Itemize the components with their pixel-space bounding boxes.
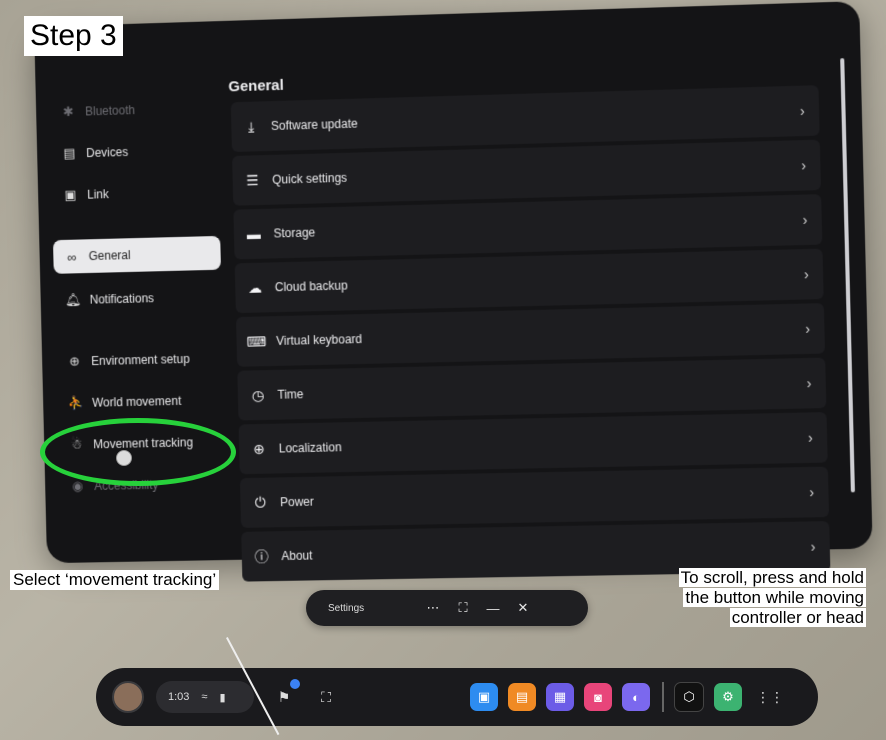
resize-icon[interactable]: ⛶ bbox=[448, 600, 478, 616]
row-label: About bbox=[281, 548, 313, 564]
sliders-icon: ☰ bbox=[246, 171, 259, 188]
page-title: General bbox=[228, 76, 284, 96]
power-icon: ⏻ bbox=[254, 494, 266, 511]
pointer-cursor bbox=[116, 450, 132, 466]
row-label: Virtual keyboard bbox=[276, 332, 363, 348]
environment-icon: ⊕ bbox=[68, 353, 81, 369]
caption-scroll-line: the button while moving bbox=[683, 588, 866, 607]
chevron-right-icon: › bbox=[810, 538, 816, 555]
store-icon[interactable]: ▤ bbox=[508, 683, 536, 711]
chevron-right-icon: › bbox=[802, 211, 808, 228]
info-icon: ⓘ bbox=[254, 548, 269, 565]
row-storage[interactable]: ▬ Storage › bbox=[233, 194, 823, 260]
window-bar[interactable]: Settings ⋯ ⛶ — ✕ bbox=[306, 590, 588, 626]
wifi-icon: ≈ bbox=[201, 691, 208, 703]
sidebar-item-link[interactable]: ▣ Link bbox=[51, 174, 219, 212]
dock-separator bbox=[662, 682, 664, 712]
sidebar-item-label: Environment setup bbox=[91, 351, 190, 369]
battery-icon: ▮ bbox=[219, 691, 226, 704]
app-blue-icon[interactable]: ▣ bbox=[470, 683, 498, 711]
highlight-circle bbox=[40, 418, 236, 486]
sidebar-item-notifications[interactable]: 🔔︎ Notifications bbox=[54, 280, 222, 318]
chevron-right-icon: › bbox=[806, 375, 812, 392]
row-label: Quick settings bbox=[272, 170, 348, 187]
download-icon: ⤓ bbox=[247, 118, 255, 135]
sidebar-item-general[interactable]: ∞ General bbox=[52, 235, 221, 274]
chat-icon[interactable]: ▦ bbox=[546, 683, 574, 711]
caption-scroll: To scroll, press and hold the button whi… bbox=[626, 568, 866, 628]
scrollbar[interactable] bbox=[840, 58, 855, 493]
notification-badge bbox=[290, 679, 300, 689]
scrollbar-thumb[interactable] bbox=[840, 58, 855, 493]
link-icon: ▣ bbox=[64, 187, 77, 203]
caption-select: Select ‘movement tracking’ bbox=[10, 570, 220, 590]
row-label: Localization bbox=[278, 440, 342, 456]
devices-icon: ▤ bbox=[63, 145, 76, 161]
sidebar-item-label: General bbox=[88, 248, 131, 264]
chevron-right-icon: › bbox=[809, 484, 815, 501]
app-grid-icon[interactable]: ⋮⋮ bbox=[756, 683, 784, 711]
cloud-icon: ☁ bbox=[247, 279, 263, 296]
sidebar-item-label: Devices bbox=[86, 145, 129, 161]
storage-icon: ▬ bbox=[246, 225, 261, 243]
sidebar-item-label: Bluetooth bbox=[85, 103, 136, 119]
sidebar-item-environment-setup[interactable]: ⊕ Environment setup bbox=[56, 341, 224, 379]
general-icon: ∞ bbox=[67, 249, 77, 265]
notifications-icon[interactable]: ⚑ bbox=[270, 679, 300, 711]
minimize-icon[interactable]: — bbox=[478, 601, 508, 616]
window-title: Settings bbox=[328, 602, 365, 614]
sidebar-item-label: Notifications bbox=[89, 291, 155, 307]
quick-settings-pill[interactable]: 1:03 ≈ ▮ bbox=[156, 681, 254, 713]
caption-scroll-line: To scroll, press and hold bbox=[678, 568, 866, 587]
chevron-right-icon: › bbox=[805, 320, 811, 337]
chevron-right-icon: › bbox=[799, 102, 806, 119]
chevron-right-icon: › bbox=[801, 157, 807, 174]
row-label: Storage bbox=[273, 225, 316, 241]
globe-icon: ⊕ bbox=[252, 440, 265, 457]
camera-icon[interactable]: ◙ bbox=[584, 683, 612, 711]
sidebar-item-devices[interactable]: ▤ Devices bbox=[50, 133, 218, 171]
chevron-right-icon: › bbox=[807, 429, 814, 446]
keyboard-icon: ⌨ bbox=[246, 332, 267, 350]
row-time[interactable]: ◷ Time › bbox=[237, 357, 827, 421]
bell-icon: 🔔︎ bbox=[64, 292, 82, 308]
sidebar-item-bluetooth[interactable]: ✱ Bluetooth bbox=[49, 91, 217, 130]
avatar[interactable] bbox=[112, 681, 144, 713]
row-label: Power bbox=[279, 494, 314, 510]
more-options-icon[interactable]: ⋯ bbox=[418, 600, 448, 616]
passthrough-icon[interactable]: ⛶ bbox=[312, 683, 340, 711]
row-localization[interactable]: ⊕ Localization › bbox=[238, 412, 828, 475]
meta-icon[interactable]: ⬡ bbox=[674, 682, 704, 712]
row-label: Software update bbox=[270, 116, 358, 133]
settings-app-icon[interactable]: ⚙ bbox=[714, 683, 742, 711]
clock-text: 1:03 bbox=[168, 691, 190, 703]
bluetooth-icon: ✱ bbox=[62, 103, 75, 120]
sidebar-item-world-movement[interactable]: ⛹ World movement bbox=[57, 383, 225, 420]
settings-list: ⤓ Software update › ☰ Quick settings › ▬… bbox=[230, 85, 831, 585]
row-virtual-keyboard[interactable]: ⌨ Virtual keyboard › bbox=[235, 303, 826, 367]
universal-menu-dock: 1:03 ≈ ▮ ⚑ ⛶ ▣ ▤ ▦ ◙ ◐ ⬡ ⚙ ⋮⋮ bbox=[96, 668, 818, 726]
row-label: Time bbox=[277, 387, 304, 402]
row-label: Cloud backup bbox=[274, 278, 348, 295]
step-label: Step 3 bbox=[24, 16, 123, 56]
close-icon[interactable]: ✕ bbox=[508, 600, 538, 616]
row-power[interactable]: ⏻ Power › bbox=[239, 466, 830, 528]
world-movement-icon: ⛹ bbox=[67, 395, 84, 411]
chevron-right-icon: › bbox=[803, 266, 810, 283]
caption-scroll-line: controller or head bbox=[729, 608, 866, 627]
app-purple-icon[interactable]: ◐ bbox=[622, 683, 650, 711]
sidebar-item-label: Link bbox=[87, 187, 109, 202]
clock-icon: ◷ bbox=[251, 386, 264, 403]
sidebar-item-label: World movement bbox=[92, 393, 182, 410]
row-cloud-backup[interactable]: ☁ Cloud backup › bbox=[234, 248, 824, 314]
